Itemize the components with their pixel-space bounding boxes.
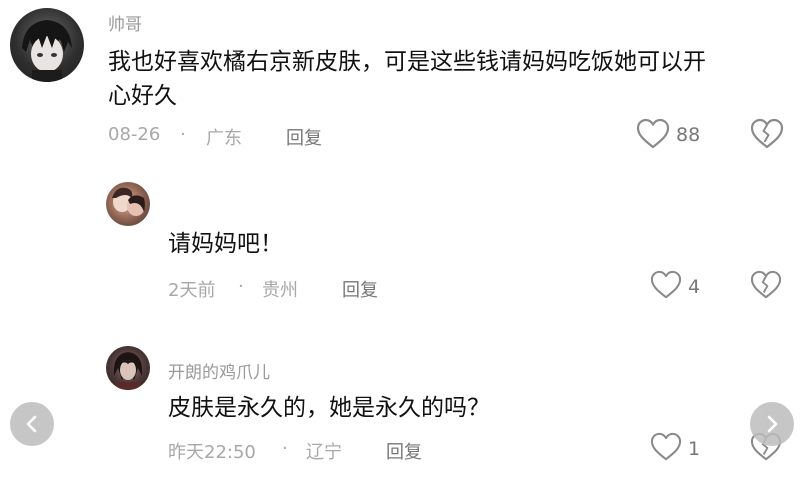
like-count: 88 bbox=[676, 124, 701, 146]
comment-date: 08-26 bbox=[108, 124, 161, 145]
broken-heart-icon[interactable] bbox=[750, 270, 782, 300]
like-count: 4 bbox=[688, 276, 701, 298]
avatar[interactable] bbox=[10, 8, 84, 82]
comment-text: 我也好喜欢橘右京新皮肤，可是这些钱请妈妈吃饭她可以开 bbox=[108, 49, 706, 75]
avatar-image bbox=[113, 352, 143, 390]
avatar-image bbox=[112, 187, 145, 216]
heart-outline-icon[interactable] bbox=[636, 118, 670, 150]
previous-button[interactable] bbox=[10, 402, 54, 446]
reply-button[interactable]: 回复 bbox=[342, 276, 378, 302]
comment-location: 广东 bbox=[206, 128, 242, 149]
comment-location: 辽宁 bbox=[306, 442, 342, 463]
next-button[interactable] bbox=[750, 402, 794, 446]
comment-username[interactable]: 帅哥 bbox=[108, 10, 142, 35]
comment-text: 请妈妈吧！ bbox=[168, 231, 283, 257]
meta-separator: · bbox=[180, 124, 186, 145]
avatar[interactable] bbox=[106, 346, 150, 390]
heart-outline-icon[interactable] bbox=[650, 270, 682, 300]
meta-separator: · bbox=[282, 438, 288, 459]
chevron-right-icon bbox=[767, 415, 778, 433]
comment-location: 贵州 bbox=[262, 280, 298, 301]
comment-text: 皮肤是永久的，她是永久的吗？ bbox=[168, 395, 490, 421]
comment-username[interactable]: 开朗的鸡爪儿 bbox=[168, 358, 270, 383]
comment-date: 昨天22:50 bbox=[168, 442, 256, 463]
broken-heart-icon[interactable] bbox=[750, 118, 784, 150]
comment-text-continued: 心好久 bbox=[108, 83, 177, 109]
heart-outline-icon[interactable] bbox=[650, 432, 682, 462]
comment-date: 2天前 bbox=[168, 280, 216, 301]
avatar-image bbox=[22, 20, 72, 82]
reply-button[interactable]: 回复 bbox=[386, 438, 422, 464]
reply-button[interactable]: 回复 bbox=[286, 124, 322, 150]
meta-separator: · bbox=[238, 276, 244, 297]
chevron-left-icon bbox=[26, 415, 37, 433]
like-count: 1 bbox=[688, 438, 701, 460]
avatar[interactable] bbox=[106, 182, 150, 226]
